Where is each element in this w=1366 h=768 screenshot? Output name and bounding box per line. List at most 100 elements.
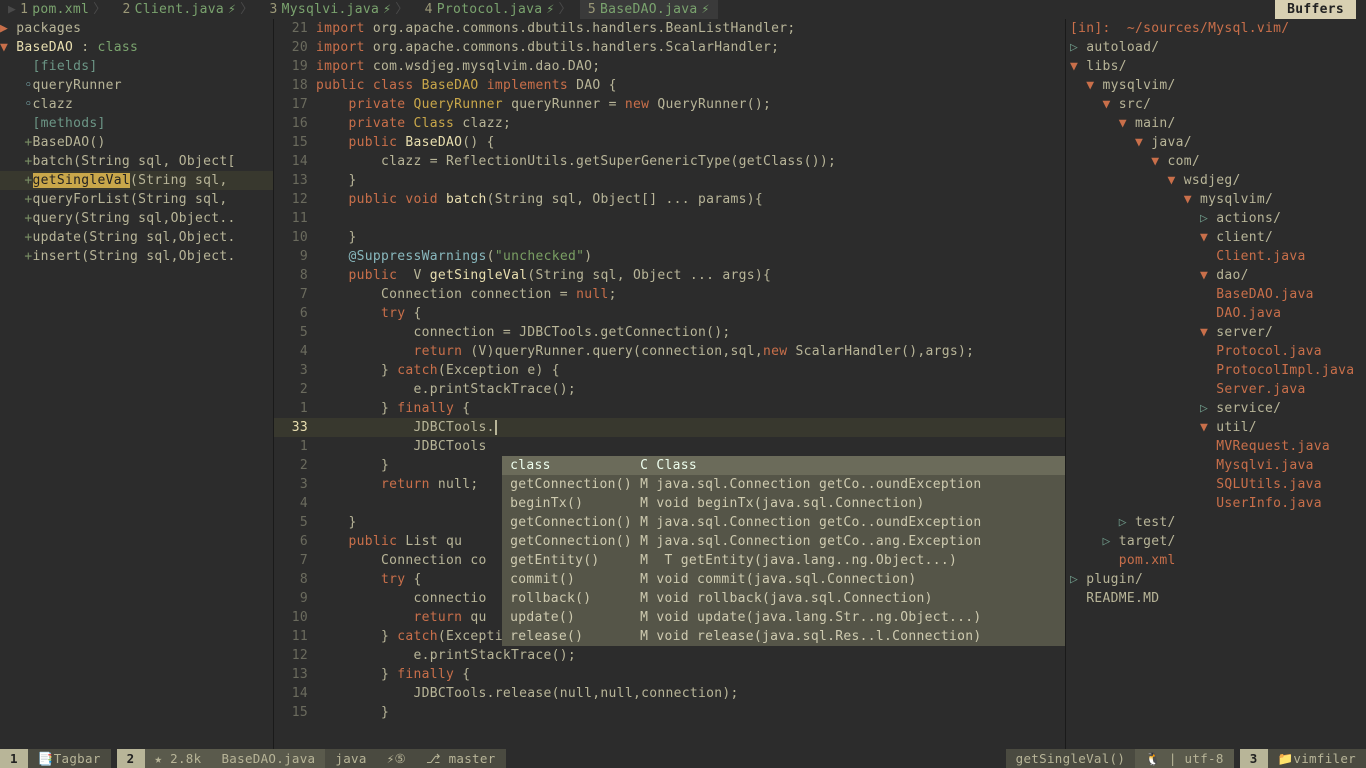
completion-popup[interactable]: class C Class getConnection() M java.sql… bbox=[502, 456, 1066, 646]
tab-mysqlvi[interactable]: 3 Mysqlvi.java ⚡ 〉 bbox=[261, 0, 416, 19]
tab-basedao[interactable]: 5 BaseDAO.java ⚡ bbox=[580, 0, 718, 19]
code-line[interactable]: 14 JDBCTools.release(null,null,connectio… bbox=[274, 684, 1065, 703]
completion-item[interactable]: getEntity() M T getEntity(java.lang..ng.… bbox=[502, 551, 1066, 570]
code-line[interactable]: 9 @SuppressWarnings("unchecked") bbox=[274, 247, 1065, 266]
code-line[interactable]: 1 JDBCTools bbox=[274, 437, 1065, 456]
file-item[interactable]: Server.java bbox=[1070, 380, 1362, 399]
code-line[interactable]: 2 e.printStackTrace(); bbox=[274, 380, 1065, 399]
completion-item[interactable]: beginTx() M void beginTx(java.sql.Connec… bbox=[502, 494, 1066, 513]
code-line[interactable]: 18public class BaseDAO implements DAO { bbox=[274, 76, 1065, 95]
file-item[interactable]: README.MD bbox=[1070, 589, 1362, 608]
folder-item[interactable]: ▼ src/ bbox=[1070, 95, 1362, 114]
completion-item[interactable]: getConnection() M java.sql.Connection ge… bbox=[502, 513, 1066, 532]
tab-bar: ▶ 1 pom.xml 〉 2 Client.java ⚡ 〉 3 Mysqlv… bbox=[0, 0, 1366, 19]
field-clazz[interactable]: ◦clazz bbox=[0, 95, 273, 114]
file-item[interactable]: Client.java bbox=[1070, 247, 1362, 266]
tab-client[interactable]: 2 Client.java ⚡ 〉 bbox=[114, 0, 261, 19]
folder-item[interactable]: ▷ autoload/ bbox=[1070, 38, 1362, 57]
editor-pane[interactable]: 21import org.apache.commons.dbutils.hand… bbox=[274, 19, 1066, 749]
folder-item[interactable]: ▷ service/ bbox=[1070, 399, 1362, 418]
code-line[interactable]: 3 } catch(Exception e) { bbox=[274, 361, 1065, 380]
method-batch[interactable]: +batch(String sql, Object[ bbox=[0, 152, 273, 171]
code-line[interactable]: 11 bbox=[274, 209, 1065, 228]
file-item[interactable]: DAO.java bbox=[1070, 304, 1362, 323]
code-line[interactable]: 13 } finally { bbox=[274, 665, 1065, 684]
completion-item[interactable]: class C Class bbox=[502, 456, 1066, 475]
completion-item[interactable]: rollback() M void rollback(java.sql.Conn… bbox=[502, 589, 1066, 608]
file-item[interactable]: SQLUtils.java bbox=[1070, 475, 1362, 494]
buffers-button[interactable]: Buffers bbox=[1275, 0, 1356, 19]
folder-item[interactable]: ▼ wsdjeg/ bbox=[1070, 171, 1362, 190]
file-explorer: [in]: ~/sources/Mysql.vim/ ▷ autoload/▼ … bbox=[1066, 19, 1366, 749]
method-query[interactable]: +query(String sql,Object.. bbox=[0, 209, 273, 228]
code-line[interactable]: 33 JDBCTools. bbox=[274, 418, 1065, 437]
code-line[interactable]: 1 } finally { bbox=[274, 399, 1065, 418]
method-insert[interactable]: +insert(String sql,Object. bbox=[0, 247, 273, 266]
code-line[interactable]: 16 private Class clazz; bbox=[274, 114, 1065, 133]
method-queryforlist[interactable]: +queryForList(String sql, bbox=[0, 190, 273, 209]
code-line[interactable]: 21import org.apache.commons.dbutils.hand… bbox=[274, 19, 1065, 38]
file-item[interactable]: Mysqlvi.java bbox=[1070, 456, 1362, 475]
folder-item[interactable]: ▼ util/ bbox=[1070, 418, 1362, 437]
status-bar: 1 📑 Tagbar 2 ★ 2.8k BaseDAO.java java ⚡⑤… bbox=[0, 749, 1366, 768]
status-tagbar: 📑 Tagbar bbox=[28, 749, 111, 768]
code-line[interactable]: 10 } bbox=[274, 228, 1065, 247]
folder-item[interactable]: ▼ libs/ bbox=[1070, 57, 1362, 76]
tab-pom[interactable]: ▶ 1 pom.xml 〉 bbox=[0, 0, 114, 19]
code-line[interactable]: 20import org.apache.commons.dbutils.hand… bbox=[274, 38, 1065, 57]
code-line[interactable]: 4 return (V)queryRunner.query(connection… bbox=[274, 342, 1065, 361]
code-line[interactable]: 17 private QueryRunner queryRunner = new… bbox=[274, 95, 1065, 114]
file-item[interactable]: Protocol.java bbox=[1070, 342, 1362, 361]
status-git-symbols: ⚡⑤ bbox=[377, 749, 416, 768]
folder-item[interactable]: ▼ mysqlvim/ bbox=[1070, 76, 1362, 95]
window-num-3: 3 bbox=[1240, 749, 1268, 768]
method-basedao[interactable]: +BaseDAO() bbox=[0, 133, 273, 152]
status-vimfiler: 📁 vimfiler bbox=[1268, 749, 1366, 768]
code-line[interactable]: 14 clazz = ReflectionUtils.getSuperGener… bbox=[274, 152, 1065, 171]
folder-item[interactable]: ▷ test/ bbox=[1070, 513, 1362, 532]
folder-item[interactable]: ▼ mysqlvim/ bbox=[1070, 190, 1362, 209]
window-num-1: 1 bbox=[0, 749, 28, 768]
file-item[interactable]: MVRequest.java bbox=[1070, 437, 1362, 456]
code-line[interactable]: 12 public void batch(String sql, Object[… bbox=[274, 190, 1065, 209]
status-filetype: java bbox=[325, 749, 376, 768]
file-item[interactable]: BaseDAO.java bbox=[1070, 285, 1362, 304]
completion-item[interactable]: getConnection() M java.sql.Connection ge… bbox=[502, 475, 1066, 494]
folder-item[interactable]: ▷ actions/ bbox=[1070, 209, 1362, 228]
status-branch: ⎇ master bbox=[416, 749, 505, 768]
status-file: BaseDAO.java bbox=[211, 749, 325, 768]
code-line[interactable]: 12 e.printStackTrace(); bbox=[274, 646, 1065, 665]
status-modified: ★ 2.8k bbox=[145, 749, 212, 768]
folder-item[interactable]: ▼ main/ bbox=[1070, 114, 1362, 133]
code-line[interactable]: 5 connection = JDBCTools.getConnection()… bbox=[274, 323, 1065, 342]
folder-item[interactable]: ▼ dao/ bbox=[1070, 266, 1362, 285]
code-line[interactable]: 13 } bbox=[274, 171, 1065, 190]
folder-item[interactable]: ▼ com/ bbox=[1070, 152, 1362, 171]
completion-item[interactable]: release() M void release(java.sql.Res..l… bbox=[502, 627, 1066, 646]
code-line[interactable]: 6 try { bbox=[274, 304, 1065, 323]
tagbar-panel: ▶ packages ▼ BaseDAO : class [fields] ◦q… bbox=[0, 19, 274, 749]
window-num-2: 2 bbox=[117, 749, 145, 768]
folder-item[interactable]: ▼ client/ bbox=[1070, 228, 1362, 247]
status-function: getSingleVal() bbox=[1006, 749, 1136, 768]
file-item[interactable]: UserInfo.java bbox=[1070, 494, 1362, 513]
folder-item[interactable]: ▷ target/ bbox=[1070, 532, 1362, 551]
method-getsingleval[interactable]: +getSingleVal(String sql, bbox=[0, 171, 273, 190]
folder-item[interactable]: ▼ server/ bbox=[1070, 323, 1362, 342]
code-line[interactable]: 15 } bbox=[274, 703, 1065, 722]
file-item[interactable]: ProtocolImpl.java bbox=[1070, 361, 1362, 380]
status-encoding: 🐧 | utf-8 bbox=[1135, 749, 1233, 768]
completion-item[interactable]: commit() M void commit(java.sql.Connecti… bbox=[502, 570, 1066, 589]
code-line[interactable]: 19import com.wsdjeg.mysqlvim.dao.DAO; bbox=[274, 57, 1065, 76]
folder-item[interactable]: ▼ java/ bbox=[1070, 133, 1362, 152]
completion-item[interactable]: update() M void update(java.lang.Str..ng… bbox=[502, 608, 1066, 627]
field-queryrunner[interactable]: ◦queryRunner bbox=[0, 76, 273, 95]
tab-protocol[interactable]: 4 Protocol.java ⚡ 〉 bbox=[417, 0, 580, 19]
file-item[interactable]: pom.xml bbox=[1070, 551, 1362, 570]
code-line[interactable]: 7 Connection connection = null; bbox=[274, 285, 1065, 304]
code-line[interactable]: 8 public V getSingleVal(String sql, Obje… bbox=[274, 266, 1065, 285]
code-line[interactable]: 15 public BaseDAO() { bbox=[274, 133, 1065, 152]
method-update[interactable]: +update(String sql,Object. bbox=[0, 228, 273, 247]
completion-item[interactable]: getConnection() M java.sql.Connection ge… bbox=[502, 532, 1066, 551]
folder-item[interactable]: ▷ plugin/ bbox=[1070, 570, 1362, 589]
